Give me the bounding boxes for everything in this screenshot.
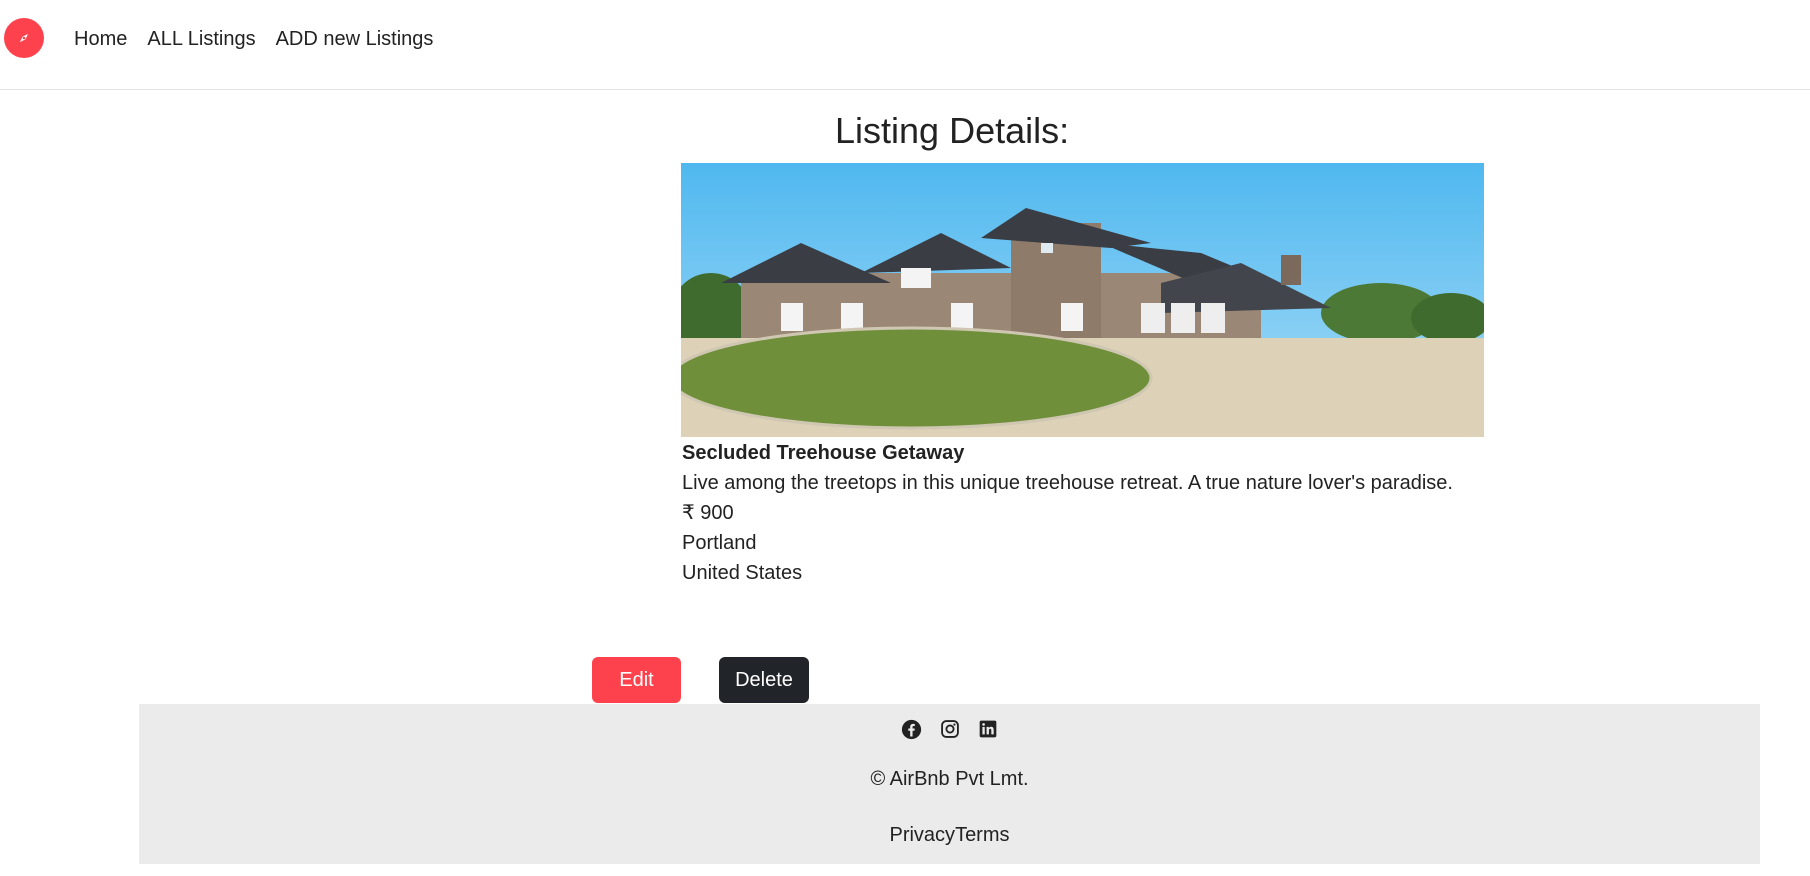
compass-icon[interactable] [4, 18, 44, 58]
listing-name: Secluded Treehouse Getaway [682, 442, 965, 464]
footer-links: PrivacyTerms [139, 824, 1760, 847]
social-icons [139, 718, 1760, 740]
delete-button[interactable]: Delete [719, 657, 809, 703]
nav-links: Home ALL Listings ADD new Listings [74, 28, 433, 51]
nav-link-all-listings[interactable]: ALL Listings [147, 28, 255, 51]
facebook-icon[interactable] [901, 718, 923, 740]
listing-image [681, 163, 1484, 437]
listing-description: Live among the treetops in this unique t… [682, 472, 1453, 494]
privacy-link[interactable]: Privacy [889, 824, 955, 846]
nav-link-add-listing[interactable]: ADD new Listings [276, 28, 434, 51]
terms-link[interactable]: Terms [955, 824, 1009, 846]
listing-price: ₹ 900 [682, 502, 734, 524]
listing-country: United States [682, 562, 803, 584]
instagram-icon[interactable] [939, 718, 961, 740]
listing-city: Portland [682, 532, 757, 554]
copyright: © AirBnb Pvt Lmt. [870, 768, 1029, 790]
edit-button[interactable]: Edit [592, 657, 681, 703]
footer: © AirBnb Pvt Lmt. PrivacyTerms [139, 704, 1760, 864]
listing-details: Secluded Treehouse Getaway Live among th… [682, 438, 1453, 588]
linkedin-icon[interactable] [977, 718, 999, 740]
nav-link-home[interactable]: Home [74, 28, 127, 51]
navbar: Home ALL Listings ADD new Listings [0, 0, 1810, 90]
page-title: Listing Details: [835, 110, 1070, 151]
